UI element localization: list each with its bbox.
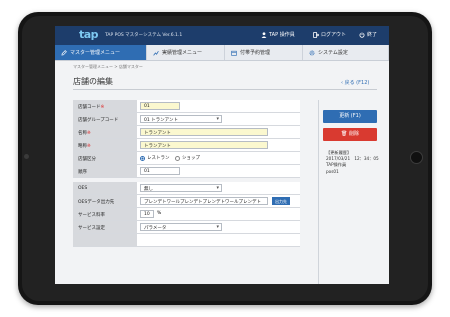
label-store-group: 店舗グループコード: [73, 113, 137, 125]
calendar-icon: [231, 50, 237, 56]
exit-label: 終了: [367, 32, 378, 38]
gear-icon: [309, 50, 315, 55]
user-icon: [261, 31, 267, 38]
row-short-name: 略称※ トランアント: [73, 139, 300, 152]
row-name: 名称※ トランアント: [73, 126, 300, 139]
top-bar: tap TAP POS マスターシステム Ver.6.1.1 TAP 操作員 ロ…: [55, 26, 389, 45]
row-store-code: 店舗コード※ 01: [73, 100, 300, 113]
oes-select[interactable]: 無し: [140, 184, 222, 192]
oes-output-input[interactable]: プレンデトワールプレンデトプレンデトワールプレンデト: [140, 197, 268, 205]
row-category: 店舗区分 レストラン ショップ: [73, 152, 300, 165]
store-code-input[interactable]: 01: [140, 102, 180, 110]
exit-button[interactable]: 終了: [359, 31, 377, 38]
main-menu: マスター管理メニュー 実績管理メニュー 付帯予約管理 システム設定: [55, 45, 389, 61]
tab-master-menu[interactable]: マスター管理メニュー: [55, 45, 147, 60]
chart-icon: [153, 50, 159, 56]
trash-icon: 🗑: [341, 131, 348, 137]
order-input[interactable]: 01: [140, 167, 180, 175]
label-service-rate: サービス料率: [73, 208, 137, 220]
back-link[interactable]: ‹ 戻る (F12): [341, 79, 369, 86]
power-icon: [359, 31, 365, 38]
output-destination-button[interactable]: 出力先: [272, 197, 290, 205]
pencil-icon: [61, 49, 67, 56]
app-title: TAP POS マスターシステム Ver.6.1.1: [105, 33, 183, 38]
tab-results-label: 実績管理メニュー: [162, 50, 203, 56]
tab-system-label: システム設定: [318, 50, 348, 56]
page-title: 店舗の編集: [73, 77, 113, 86]
row-oes-output: OESデータ出力先 プレンデトワールプレンデトプレンデトワールプレンデト 出力先: [73, 195, 300, 208]
short-name-input[interactable]: トランアント: [140, 141, 268, 149]
app-logo: tap: [79, 28, 99, 41]
radio-on-icon: [140, 155, 145, 161]
row-order: 順序 01: [73, 165, 300, 178]
row-next: [73, 234, 300, 247]
service-setting-select[interactable]: パラメータ: [140, 223, 222, 231]
camera-icon: [24, 154, 29, 159]
label-next: [73, 234, 137, 246]
update-terminal: pos01: [326, 168, 339, 174]
label-name: 名称※: [73, 126, 137, 138]
radio-restaurant[interactable]: レストラン: [140, 155, 170, 161]
row-service-rate: サービス料率 10 %: [73, 208, 300, 221]
label-service-setting: サービス設定: [73, 221, 137, 233]
title-divider: [73, 89, 377, 90]
tab-system-settings[interactable]: システム設定: [303, 45, 389, 60]
back-label: 戻る (F12): [344, 80, 370, 86]
home-button[interactable]: [410, 151, 423, 164]
store-group-select[interactable]: 01 トランアント: [140, 115, 222, 123]
name-input[interactable]: トランアント: [140, 128, 268, 136]
tab-master-label: マスター管理メニュー: [70, 50, 121, 56]
tab-reservation-label: 付帯予約管理: [240, 50, 271, 56]
label-oes-output: OESデータ出力先: [73, 195, 137, 207]
app-screen: tap TAP POS マスターシステム Ver.6.1.1 TAP 操作員 ロ…: [55, 26, 389, 284]
update-history: 【更新履歴】 2017/03/21 12：34：05 TAP操作員 pos01: [326, 150, 379, 175]
logout-icon: [313, 31, 319, 38]
label-store-code: 店舗コード※: [73, 100, 137, 112]
logout-button[interactable]: ログアウト: [313, 31, 346, 38]
logout-label: ログアウト: [321, 32, 347, 38]
update-button[interactable]: 更新 (F1): [323, 110, 377, 123]
delete-button[interactable]: 🗑 削除: [323, 128, 377, 141]
label-short-name: 略称※: [73, 139, 137, 151]
tab-results-menu[interactable]: 実績管理メニュー: [147, 45, 225, 60]
label-oes: OES: [73, 182, 137, 194]
row-service-setting: サービス設定 パラメータ: [73, 221, 300, 234]
service-rate-input[interactable]: 10: [140, 210, 154, 218]
label-category: 店舗区分: [73, 152, 137, 164]
user-button[interactable]: TAP 操作員: [261, 31, 295, 38]
label-order: 順序: [73, 165, 137, 177]
tab-reservation[interactable]: 付帯予約管理: [225, 45, 303, 60]
row-store-group: 店舗グループコード 01 トランアント: [73, 113, 300, 126]
radio-off-icon: [175, 155, 180, 161]
user-name: TAP 操作員: [269, 32, 295, 38]
row-oes: OES 無し: [73, 182, 300, 195]
breadcrumb: マスター管理メニュー > 店舗マスター: [73, 64, 143, 69]
percent-unit: %: [157, 211, 162, 216]
action-panel: 更新 (F1) 🗑 削除 【更新履歴】 2017/03/21 12：34：05 …: [318, 100, 379, 284]
radio-shop[interactable]: ショップ: [175, 155, 200, 161]
